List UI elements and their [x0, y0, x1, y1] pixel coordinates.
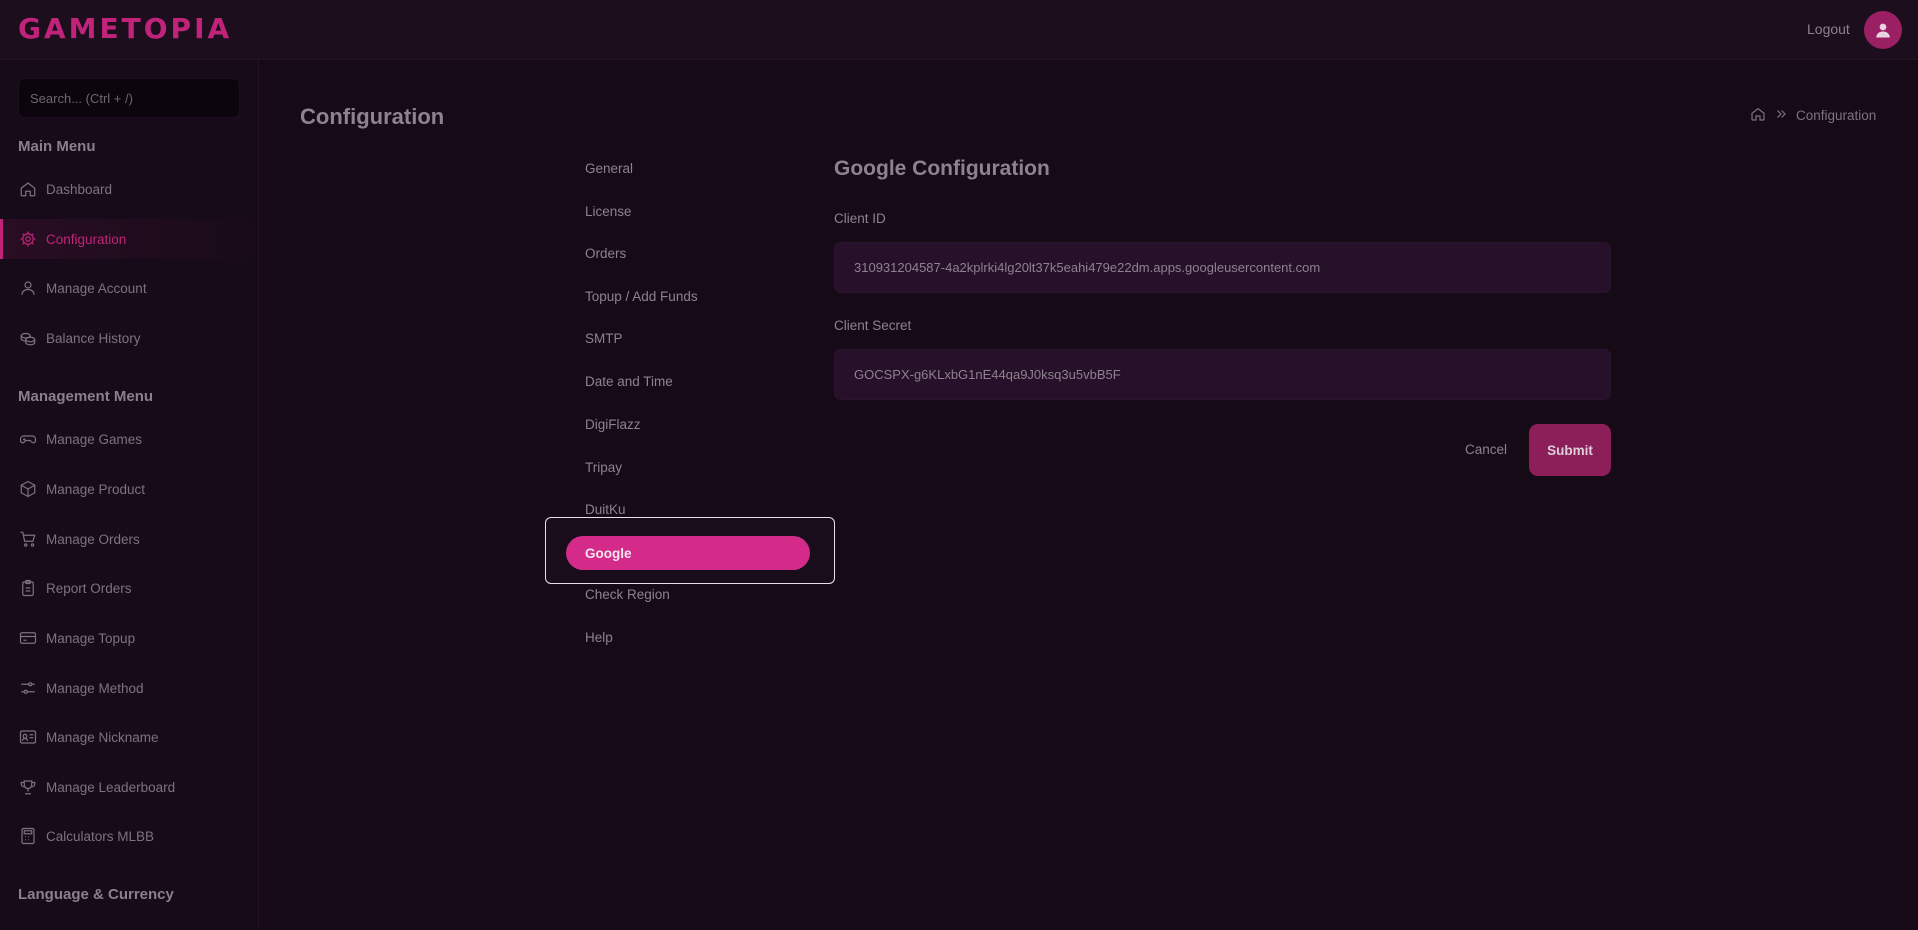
submit-button[interactable]: Submit: [1529, 424, 1611, 476]
config-nav-topup[interactable]: Topup / Add Funds: [585, 289, 698, 304]
sidebar-item-manage-product[interactable]: Manage Product: [0, 469, 258, 509]
config-nav-duitku[interactable]: DuitKu: [585, 502, 626, 517]
client-id-field[interactable]: [834, 242, 1611, 293]
search-input[interactable]: [18, 78, 240, 118]
sidebar-item-label: Balance History: [46, 330, 141, 346]
config-nav-digiflazz[interactable]: DigiFlazz: [585, 417, 641, 432]
sidebar-item-label: Dashboard: [46, 181, 113, 197]
config-nav-google[interactable]: Google: [566, 536, 810, 570]
sidebar-item-manage-nickname[interactable]: Manage Nickname: [0, 717, 258, 757]
client-id-label: Client ID: [834, 211, 886, 226]
config-nav-general[interactable]: General: [585, 161, 633, 176]
sidebar-item-manage-orders[interactable]: Manage Orders: [0, 519, 258, 559]
box-icon: [18, 479, 38, 499]
sliders-icon: [18, 678, 38, 698]
calculator-icon: [18, 826, 38, 846]
section-title: Google Configuration: [834, 157, 1050, 180]
client-secret-field[interactable]: [834, 349, 1611, 400]
sidebar-item-manage-topup[interactable]: Manage Topup: [0, 618, 258, 658]
cancel-button[interactable]: Cancel: [1458, 423, 1514, 475]
card-icon: [18, 628, 38, 648]
home-icon[interactable]: [1750, 106, 1766, 125]
chevrons-right-icon: [1774, 107, 1788, 124]
sidebar: Main Menu Dashboard Configuration Manage…: [0, 60, 259, 930]
sidebar-item-manage-leaderboard[interactable]: Manage Leaderboard: [0, 767, 258, 807]
sidebar-item-report-orders[interactable]: Report Orders: [0, 568, 258, 608]
config-nav-date-time[interactable]: Date and Time: [585, 374, 673, 389]
sidebar-item-calculators-mlbb[interactable]: Calculators MLBB: [0, 816, 258, 856]
client-secret-label: Client Secret: [834, 318, 912, 333]
config-nav-help[interactable]: Help: [585, 630, 613, 645]
gear-icon: [18, 229, 38, 249]
sidebar-item-manage-account[interactable]: Manage Account: [0, 268, 258, 308]
id-card-icon: [18, 727, 38, 747]
config-nav-orders[interactable]: Orders: [585, 246, 626, 261]
cart-icon: [18, 529, 38, 549]
sidebar-item-label: Manage Nickname: [46, 729, 159, 745]
logout-link[interactable]: Logout: [1807, 21, 1850, 37]
clipboard-icon: [18, 578, 38, 598]
sidebar-item-label: Configuration: [46, 231, 127, 247]
sidebar-item-manage-games[interactable]: Manage Games: [0, 419, 258, 459]
sidebar-item-label: Manage Leaderboard: [46, 779, 176, 795]
sidebar-item-dashboard[interactable]: Dashboard: [0, 169, 258, 209]
breadcrumb: Configuration: [1750, 106, 1876, 125]
breadcrumb-current: Configuration: [1796, 108, 1877, 123]
gamepad-icon: [18, 429, 38, 449]
config-nav-check-region[interactable]: Check Region: [585, 587, 670, 602]
home-icon: [18, 179, 38, 199]
user-icon: [1876, 23, 1890, 38]
sidebar-item-configuration[interactable]: Configuration: [0, 219, 258, 259]
page-title: Configuration: [300, 104, 445, 129]
sidebar-item-label: Manage Topup: [46, 630, 136, 646]
config-nav-tripay[interactable]: Tripay: [585, 460, 622, 475]
sidebar-item-manage-method[interactable]: Manage Method: [0, 668, 258, 708]
top-bar: GAMETOPIA Logout: [0, 0, 1918, 60]
sidebar-item-balance-history[interactable]: Balance History: [0, 318, 258, 358]
coins-icon: [18, 328, 38, 348]
main-menu-heading: Main Menu: [18, 138, 96, 155]
sidebar-item-label: Manage Orders: [46, 531, 140, 547]
sidebar-item-label: Calculators MLBB: [46, 828, 155, 844]
sidebar-item-label: Manage Product: [46, 481, 146, 497]
sidebar-item-label: Manage Account: [46, 280, 147, 296]
config-nav-smtp[interactable]: SMTP: [585, 331, 623, 346]
sidebar-item-label: Manage Method: [46, 680, 144, 696]
sidebar-item-label: Report Orders: [46, 580, 132, 596]
language-currency-heading: Language & Currency: [18, 886, 174, 903]
sidebar-item-label: Manage Games: [46, 431, 143, 447]
config-nav-license[interactable]: License: [585, 204, 632, 219]
brand-logo[interactable]: GAMETOPIA: [18, 12, 232, 45]
user-icon: [18, 278, 38, 298]
avatar[interactable]: [1864, 11, 1902, 49]
management-menu-heading: Management Menu: [18, 388, 154, 405]
trophy-icon: [18, 777, 38, 797]
